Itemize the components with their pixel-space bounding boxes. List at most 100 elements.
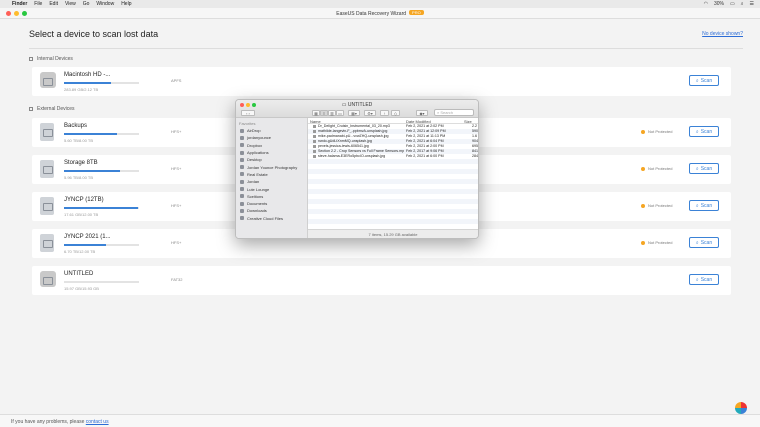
action-gear-icon[interactable]: ⚙▾ xyxy=(364,110,376,116)
usage-bar-fill xyxy=(64,170,120,172)
finder-window[interactable]: ▭ UNTITLED ‹ › ▦ ≡ ▥ ▭ ▦▾ ⚙▾ ↑ ◇ ◆▾ ⌕ Se… xyxy=(235,99,479,239)
scan-button[interactable]: ⌕ Scan xyxy=(689,274,719,285)
protection-status: Not Protected xyxy=(641,166,672,171)
gallery-view-button[interactable]: ▭ xyxy=(336,110,344,116)
video-file-icon xyxy=(313,150,316,153)
file-date: Feb 2, 2021 at 2:00 PM xyxy=(406,144,444,148)
sidebar-item-applications[interactable]: Applications xyxy=(236,149,307,156)
footer-text: If you have any problems, please xyxy=(11,419,85,425)
list-view-button[interactable]: ≡ xyxy=(320,110,328,116)
usage-bar-fill xyxy=(64,207,139,209)
documents-icon xyxy=(240,201,244,206)
file-size: 284 xyxy=(472,154,478,158)
file-date: Feb 2, 2017 at 9:06 PM xyxy=(406,149,444,153)
dropbox-menu-icon[interactable]: ◆▾ xyxy=(416,110,428,116)
usage-bar xyxy=(64,82,139,84)
device-name: Macintosh HD -... xyxy=(64,72,111,78)
back-forward-buttons[interactable]: ‹ › xyxy=(241,110,255,116)
sidebar-item-label: Jordan Younce Photography xyxy=(247,164,298,170)
hard-drive-icon xyxy=(40,72,56,88)
share-icon[interactable]: ↑ xyxy=(380,110,389,116)
finder-search-input[interactable]: ⌕ Search xyxy=(434,109,474,116)
menu-go[interactable]: Go xyxy=(83,1,90,7)
sidebar-item-home[interactable]: jordanyounce xyxy=(236,134,307,141)
usb-drive-icon xyxy=(40,234,54,252)
device-size: 283.89 GB/2.12 TB xyxy=(64,87,99,92)
scan-button[interactable]: ⌕ Scan xyxy=(689,126,719,137)
scan-button[interactable]: ⌕ Scan xyxy=(689,237,719,248)
desktop-icon xyxy=(240,157,244,162)
column-view-button[interactable]: ▥ xyxy=(328,110,336,116)
image-file-icon xyxy=(313,155,316,158)
device-name: UNTITLED xyxy=(64,271,94,277)
scan-button[interactable]: ⌕ Scan xyxy=(689,163,719,174)
search-icon: ⌕ xyxy=(695,202,699,209)
sidebar-item-real-estate[interactable]: Real Estate xyxy=(236,171,307,178)
header-divider xyxy=(29,48,743,49)
scan-label: Scan xyxy=(700,128,713,135)
sidebar-item-photography[interactable]: Jordan Younce Photography xyxy=(236,163,307,170)
menu-help[interactable]: Help xyxy=(121,1,131,7)
folder-icon xyxy=(240,194,244,199)
file-system: FAT32 xyxy=(171,277,183,282)
file-system: APFS xyxy=(171,78,182,83)
sidebar-item-desktop[interactable]: Desktop xyxy=(236,156,307,163)
control-center-icon[interactable]: ☰ xyxy=(750,1,754,7)
sidebar-item-downloads[interactable]: Downloads xyxy=(236,207,307,214)
menu-edit[interactable]: Edit xyxy=(49,1,58,7)
search-icon: ⌕ xyxy=(695,239,699,246)
file-date: Feb 2, 2021 at 12:09 PM xyxy=(406,129,446,133)
file-row[interactable]: steve-halama-E3ERo5pbcIO-unsplash.jpg Feb… xyxy=(308,154,478,159)
sidebar-item-documents[interactable]: Documents xyxy=(236,200,307,207)
warning-dot-icon xyxy=(641,240,645,245)
file-system: HFS+ xyxy=(171,203,182,208)
finder-titlebar: ▭ UNTITLED ‹ › ▦ ≡ ▥ ▭ ▦▾ ⚙▾ ↑ ◇ ◆▾ ⌕ Se… xyxy=(236,100,478,118)
file-name: pexels-jessica-lewis-606541.jpg xyxy=(318,144,369,148)
warning-dot-icon xyxy=(641,166,645,171)
device-size: 5.96 TB/8.00 TB xyxy=(64,175,93,180)
file-size: 1.6 xyxy=(472,134,477,138)
sidebar-item-label: Documents xyxy=(247,201,268,207)
tag-icon[interactable]: ◇ xyxy=(391,110,400,116)
menu-finder[interactable]: Finder xyxy=(12,1,27,7)
device-size: 17.61 GB/12.00 TB xyxy=(64,212,99,217)
sidebar-item-jordan[interactable]: Jordan xyxy=(236,178,307,185)
spotlight-icon[interactable]: ⌕ xyxy=(741,1,744,7)
image-file-icon xyxy=(313,135,316,138)
group-by-button[interactable]: ▦▾ xyxy=(348,110,360,116)
sidebar-item-label: Downloads xyxy=(247,208,267,214)
sidebar-item-sceltions[interactable]: Sceltions xyxy=(236,193,307,200)
file-name: mathilde-langevin-F_-ppbmvA-unsplash.jpg xyxy=(318,129,388,133)
sidebar-item-lute-lounge[interactable]: Lute Lounge xyxy=(236,185,307,192)
scan-button[interactable]: ⌕ Scan xyxy=(689,75,719,86)
applications-icon xyxy=(240,150,244,155)
battery-label[interactable]: 30% xyxy=(714,1,724,7)
menu-file[interactable]: File xyxy=(34,1,42,7)
usage-bar-fill xyxy=(64,133,117,135)
menu-view[interactable]: View xyxy=(65,1,76,7)
file-date: Feb 2, 2021 at 2:02 PM xyxy=(406,124,444,128)
sidebar-item-creative-cloud[interactable]: Creative Cloud Files xyxy=(236,215,307,222)
sidebar-item-airdrop[interactable]: AirDrop xyxy=(236,127,307,134)
wifi-icon[interactable]: ◠ xyxy=(704,1,708,7)
app-titlebar: EaseUS Data Recovery Wizard PRO xyxy=(0,8,760,19)
finder-sidebar: Favorites AirDrop jordanyounce Dropbox A… xyxy=(236,118,308,238)
usage-bar xyxy=(64,281,139,283)
icon-view-button[interactable]: ▦ xyxy=(312,110,320,116)
audio-file-icon xyxy=(313,125,316,128)
usage-bar-fill xyxy=(64,244,106,246)
scan-button[interactable]: ⌕ Scan xyxy=(689,200,719,211)
external-devices-label: External Devices xyxy=(37,106,75,112)
device-card-macintosh-hd[interactable]: Macintosh HD -... 283.89 GB/2.12 TB APFS… xyxy=(32,67,731,96)
contact-us-link[interactable]: contact us xyxy=(86,419,109,425)
battery-icon[interactable]: ▭ xyxy=(730,1,735,7)
no-device-shown-link[interactable]: No device shown? xyxy=(702,31,743,37)
usb-drive-icon xyxy=(40,197,54,215)
sidebar-item-dropbox[interactable]: Dropbox xyxy=(236,142,307,149)
menu-window[interactable]: Window xyxy=(96,1,114,7)
device-card-untitled[interactable]: UNTITLED 15.97 GB/15.93 GB FAT32 ⌕ Scan xyxy=(32,266,731,295)
footer: If you have any problems, please contact… xyxy=(0,414,760,427)
device-size: 6.70 TB/12.00 TB xyxy=(64,249,96,254)
file-name: steve-halama-E3ERo5pbcIO-unsplash.jpg xyxy=(318,154,386,158)
sidebar-item-label: Sceltions xyxy=(247,193,264,199)
